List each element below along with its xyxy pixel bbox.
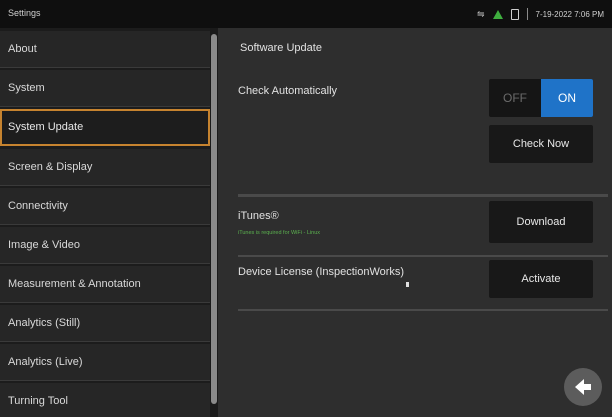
check-automatically-toggle[interactable]: OFF ON (489, 79, 593, 117)
toggle-on-option[interactable]: ON (541, 79, 593, 117)
back-button[interactable] (564, 368, 602, 406)
settings-sidebar: About System System Update Screen & Disp… (0, 28, 210, 417)
usb-icon: ⇋ (476, 8, 485, 19)
status-divider (526, 8, 528, 20)
download-button[interactable]: Download (489, 201, 593, 243)
status-icons: ⇋ 7-19-2022 7:06 PM (477, 6, 604, 22)
panel-title: Software Update (240, 42, 322, 54)
sidebar-item-connectivity[interactable]: Connectivity (0, 188, 210, 225)
section-divider (238, 255, 608, 257)
sidebar-item-label: Turning Tool (8, 395, 68, 407)
section-divider (238, 194, 608, 197)
sidebar-scrollbar[interactable] (210, 28, 218, 417)
itunes-note: iTunes is required for WiFi - Linux (238, 230, 321, 236)
sidebar-item-system[interactable]: System (0, 70, 210, 107)
sidebar-item-image-video[interactable]: Image & Video (0, 227, 210, 264)
mouse-cursor (406, 282, 409, 287)
app-window: Settings ⇋ 7-19-2022 7:06 PM About Syste… (0, 0, 612, 417)
toggle-off-option[interactable]: OFF (489, 79, 541, 117)
sidebar-item-label: System Update (8, 121, 84, 133)
sidebar-item-label: Screen & Display (8, 161, 93, 173)
check-automatically-label: Check Automatically (238, 85, 338, 97)
battery-icon (510, 8, 519, 20)
sidebar-item-label: Measurement & Annotation (8, 278, 141, 290)
sidebar-item-measurement-annotation[interactable]: Measurement & Annotation (0, 266, 210, 303)
itunes-label: iTunes® (238, 210, 279, 222)
software-update-panel: Software Update Check Automatically OFF … (218, 28, 612, 417)
device-license-label: Device License (InspectionWorks) (238, 266, 405, 278)
sidebar-item-analytics-live[interactable]: Analytics (Live) (0, 344, 210, 381)
sidebar-item-label: Analytics (Still) (8, 317, 81, 329)
check-now-button[interactable]: Check Now (489, 125, 593, 163)
section-divider (238, 309, 608, 311)
sidebar-item-label: System (8, 82, 45, 94)
sidebar-item-label: About (8, 43, 37, 55)
sidebar-item-label: Image & Video (8, 239, 80, 251)
sidebar-item-system-update[interactable]: System Update (0, 109, 210, 146)
sidebar-item-turning-tool[interactable]: Turning Tool (0, 383, 210, 417)
sidebar-item-label: Analytics (Live) (8, 356, 83, 368)
warning-icon (492, 9, 503, 19)
window-title: Settings (8, 8, 41, 18)
sidebar-item-analytics-still[interactable]: Analytics (Still) (0, 305, 210, 342)
activate-button[interactable]: Activate (489, 260, 593, 298)
status-datetime: 7-19-2022 7:06 PM (535, 9, 605, 19)
sidebar-item-label: Connectivity (8, 200, 68, 212)
status-bar: Settings ⇋ 7-19-2022 7:06 PM (0, 0, 612, 28)
sidebar-item-screen-display[interactable]: Screen & Display (0, 149, 210, 186)
scrollbar-thumb[interactable] (211, 34, 217, 404)
sidebar-item-about[interactable]: About (0, 31, 210, 68)
back-arrow-icon (575, 379, 591, 395)
